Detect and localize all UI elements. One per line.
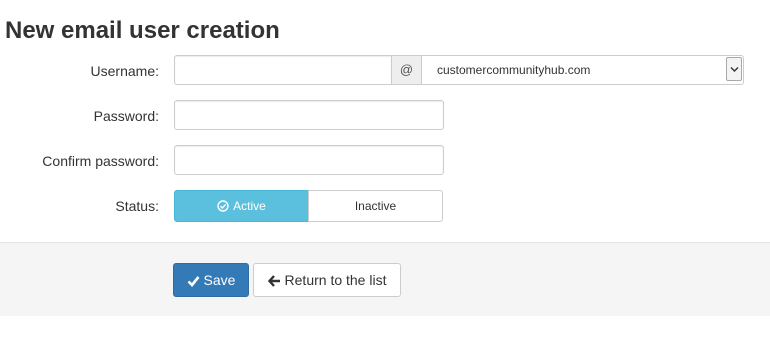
- status-label: Status:: [115, 198, 159, 214]
- return-to-list-button[interactable]: Return to the list: [253, 263, 401, 297]
- status-inactive-button[interactable]: Inactive: [308, 190, 443, 222]
- username-label: Username:: [90, 63, 159, 79]
- confirm-password-row: Confirm password:: [0, 145, 770, 177]
- chevron-down-icon[interactable]: [726, 57, 742, 81]
- status-active-label: Active: [233, 199, 266, 213]
- status-toggle-group: Active Inactive: [174, 190, 443, 222]
- save-button-label: Save: [203, 272, 236, 288]
- password-label: Password:: [93, 108, 159, 124]
- save-button[interactable]: Save: [173, 263, 249, 297]
- password-input[interactable]: [174, 100, 444, 130]
- page-title: New email user creation: [5, 17, 280, 44]
- return-button-label: Return to the list: [284, 272, 387, 288]
- arrow-left-icon: [267, 266, 281, 298]
- confirm-password-label: Confirm password:: [42, 153, 159, 169]
- form-actions-footer: Save Return to the list: [0, 242, 770, 316]
- domain-select-value: customercommunityhub.com: [437, 63, 591, 77]
- status-row: Status: Active Inactive: [0, 190, 770, 222]
- status-inactive-label: Inactive: [354, 199, 397, 213]
- username-row: Username: @ customercommunityhub.com: [0, 55, 770, 87]
- confirm-password-input[interactable]: [174, 145, 444, 175]
- username-input[interactable]: [174, 55, 392, 85]
- checkmark-icon: [187, 266, 200, 298]
- check-circle-icon: [217, 193, 229, 223]
- at-addon: @: [391, 55, 422, 85]
- domain-select[interactable]: customercommunityhub.com: [421, 55, 744, 85]
- password-row: Password:: [0, 100, 770, 132]
- status-active-button[interactable]: Active: [174, 190, 309, 222]
